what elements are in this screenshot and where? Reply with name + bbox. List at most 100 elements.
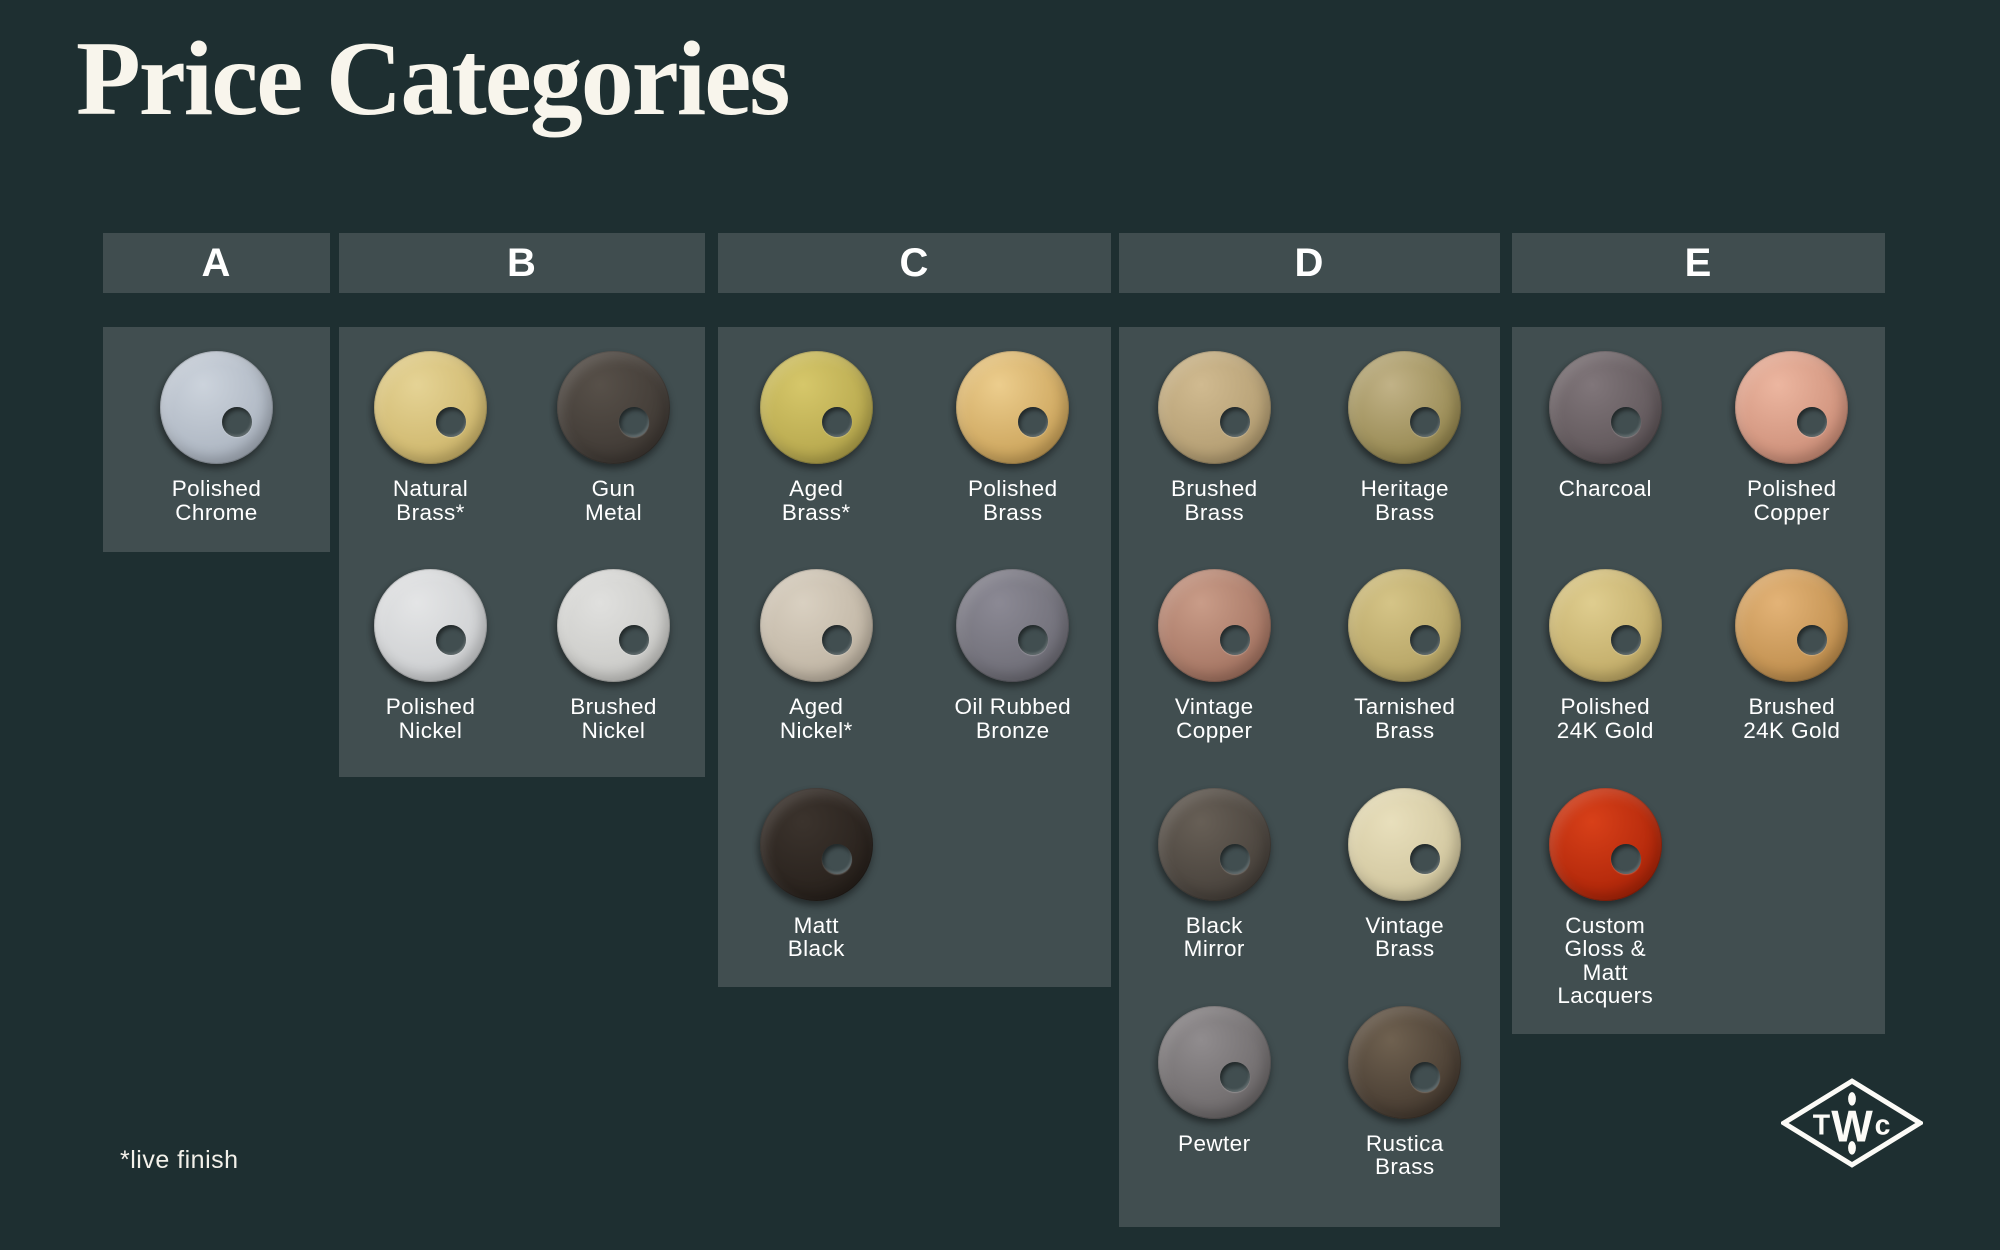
finish-matt-black: Matt Black [760, 788, 873, 961]
logo-letter-t: T [1813, 1109, 1831, 1141]
finish-label: Polished 24K Gold [1557, 695, 1654, 742]
finish-charcoal: Charcoal [1549, 351, 1662, 524]
finish-disc-vintage-copper [1158, 569, 1271, 682]
finish-label: Custom Gloss & Matt Lacquers [1557, 914, 1653, 1009]
finish-label: Charcoal [1559, 477, 1652, 501]
disc-hole [1410, 625, 1440, 655]
disc-hole [822, 407, 852, 437]
disc-hole [1410, 407, 1440, 437]
category-header-c: C [718, 233, 1111, 293]
category-header-b: B [339, 233, 705, 293]
finish-label: Rustica Brass [1366, 1132, 1444, 1179]
finish-disc-oil-rubbed-bronze [956, 569, 1069, 682]
finish-disc-natural-brass [374, 351, 487, 464]
category-letter-d: D [1295, 241, 1325, 286]
finish-label: Brushed Brass [1171, 477, 1258, 524]
disc-hole [822, 844, 852, 874]
category-header-e: E [1512, 233, 1885, 293]
finish-label: Heritage Brass [1361, 477, 1449, 524]
finish-disc-aged-brass [760, 351, 873, 464]
disc-hole [1220, 1062, 1250, 1092]
category-panel-c: Aged Brass* Polished Brass Aged Nickel* Oil… [718, 327, 1111, 987]
finish-label: Oil Rubbed Bronze [954, 695, 1071, 742]
category-panel-e: Charcoal Polished Copper Polished 24K Gold… [1512, 327, 1885, 1034]
finish-label: Vintage Copper [1175, 695, 1254, 742]
finish-disc-polished-brass [956, 351, 1069, 464]
disc-hole [222, 407, 252, 437]
finish-rustica-brass: Rustica Brass [1348, 1006, 1461, 1179]
disc-hole [1611, 844, 1641, 874]
logo-letter-c: c [1875, 1109, 1891, 1141]
finish-disc-tarnished-brass [1348, 569, 1461, 682]
disc-hole [1797, 625, 1827, 655]
finish-disc-matt-black [760, 788, 873, 901]
finish-disc-custom-gloss-matt-lacquers [1549, 788, 1662, 901]
category-column-a: A Polished Chrome [103, 233, 330, 552]
disc-hole [1410, 844, 1440, 874]
finish-disc-heritage-brass [1348, 351, 1461, 464]
finish-label: Polished Chrome [172, 477, 262, 524]
finish-polished-copper: Polished Copper [1735, 351, 1848, 524]
finish-disc-brushed-nickel [557, 569, 670, 682]
category-column-d: D Brushed Brass Heritage Brass Vintage Cop… [1119, 233, 1500, 1227]
category-panel-a: Polished Chrome [103, 327, 330, 552]
finish-disc-black-mirror [1158, 788, 1271, 901]
finish-disc-polished-24k-gold [1549, 569, 1662, 682]
disc-hole [1018, 625, 1048, 655]
finish-pewter: Pewter [1158, 1006, 1271, 1179]
category-column-c: C Aged Brass* Polished Brass Aged Nickel* O… [718, 233, 1111, 987]
category-letter-e: E [1685, 241, 1713, 286]
finish-heritage-brass: Heritage Brass [1348, 351, 1461, 524]
finish-polished-24k-gold: Polished 24K Gold [1549, 569, 1662, 742]
disc-hole [619, 625, 649, 655]
finish-label: Tarnished Brass [1354, 695, 1455, 742]
finish-black-mirror: Black Mirror [1158, 788, 1271, 961]
disc-hole [1410, 1062, 1440, 1092]
disc-hole [436, 625, 466, 655]
category-column-b: B Natural Brass* Gun Metal Polished Nickel… [339, 233, 705, 777]
category-header-d: D [1119, 233, 1500, 293]
finish-label: Polished Nickel [386, 695, 476, 742]
finish-disc-charcoal [1549, 351, 1662, 464]
category-panel-b: Natural Brass*Gun MetalPolished NickelBr… [339, 327, 705, 777]
finish-label: Gun Metal [585, 477, 642, 524]
finish-aged-brass: Aged Brass* [760, 351, 873, 524]
finish-disc-gun-metal [557, 351, 670, 464]
disc-hole [619, 407, 649, 437]
category-column-e: E Charcoal Polished Copper Polished 24K Go… [1512, 233, 1885, 1034]
category-letter-c: C [900, 241, 930, 286]
finish-brushed-24k-gold: Brushed 24K Gold [1735, 569, 1848, 742]
twc-logo: T W c [1781, 1078, 1923, 1168]
finish-tarnished-brass: Tarnished Brass [1348, 569, 1461, 742]
disc-hole [1220, 407, 1250, 437]
finish-disc-pewter [1158, 1006, 1271, 1119]
finish-vintage-copper: Vintage Copper [1158, 569, 1271, 742]
finish-disc-vintage-brass [1348, 788, 1461, 901]
finish-polished-chrome: Polished Chrome [160, 351, 273, 524]
finish-oil-rubbed-bronze: Oil Rubbed Bronze [954, 569, 1071, 742]
disc-hole [1018, 407, 1048, 437]
live-finish-footnote: *live finish [120, 1146, 239, 1175]
finish-gun-metal: Gun Metal [557, 351, 670, 524]
finish-polished-brass: Polished Brass [956, 351, 1069, 524]
finish-label: Natural Brass* [393, 477, 468, 524]
disc-hole [1220, 844, 1250, 874]
finish-label: Black Mirror [1184, 914, 1245, 961]
finish-label: Vintage Brass [1365, 914, 1444, 961]
finish-disc-aged-nickel [760, 569, 873, 682]
logo-letter-w: W [1831, 1102, 1873, 1151]
finish-polished-nickel: Polished Nickel [374, 569, 487, 742]
finish-disc-rustica-brass [1348, 1006, 1461, 1119]
finish-label: Pewter [1178, 1132, 1250, 1156]
page-title: Price Categories [76, 18, 789, 140]
disc-hole [1611, 407, 1641, 437]
finish-vintage-brass: Vintage Brass [1348, 788, 1461, 961]
finish-custom-gloss-matt-lacquers: Custom Gloss & Matt Lacquers [1549, 788, 1662, 1009]
finish-label: Aged Nickel* [780, 695, 853, 742]
finish-label: Aged Brass* [782, 477, 851, 524]
disc-hole [436, 407, 466, 437]
finish-label: Polished Brass [968, 477, 1058, 524]
disc-hole [1220, 625, 1250, 655]
disc-hole [1797, 407, 1827, 437]
category-columns: A Polished Chrome B Natural Brass* Gun Me… [0, 233, 2000, 1250]
